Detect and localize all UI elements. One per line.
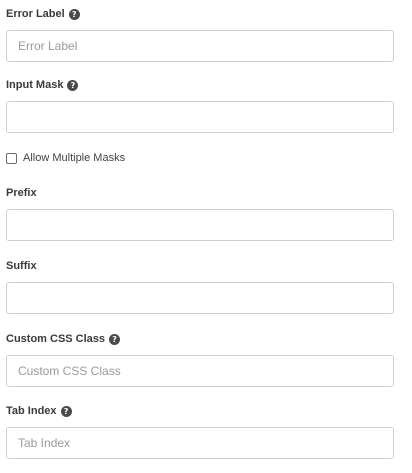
prefix-group: Prefix <box>6 186 394 241</box>
custom-css-class-input[interactable] <box>6 355 394 387</box>
tab-index-input[interactable] <box>6 427 394 459</box>
error-label-input[interactable] <box>6 30 394 62</box>
prefix-label-text: Prefix <box>6 187 37 199</box>
question-circle-icon[interactable]: ? <box>60 405 72 417</box>
input-mask-group: Input Mask ? <box>6 78 394 133</box>
error-label-label-text: Error Label <box>6 8 65 20</box>
question-circle-icon[interactable]: ? <box>67 79 79 91</box>
error-label-group: Error Label ? <box>6 7 394 62</box>
suffix-group: Suffix <box>6 259 394 314</box>
custom-css-class-label-text: Custom CSS Class <box>6 333 106 345</box>
tab-index-label-text: Tab Index <box>6 405 57 417</box>
input-mask-input[interactable] <box>6 101 394 133</box>
suffix-label: Suffix <box>6 259 394 273</box>
tab-index-group: Tab Index ? <box>6 404 394 459</box>
error-label-label: Error Label ? <box>6 7 394 21</box>
input-mask-label-text: Input Mask <box>6 79 64 91</box>
prefix-label: Prefix <box>6 186 394 200</box>
custom-css-class-group: Custom CSS Class ? <box>6 332 394 387</box>
suffix-label-text: Suffix <box>6 260 37 272</box>
question-circle-icon[interactable]: ? <box>109 333 121 345</box>
allow-multiple-masks-label[interactable]: Allow Multiple Masks <box>23 152 125 164</box>
allow-multiple-masks-row[interactable]: Allow Multiple Masks <box>6 151 125 165</box>
tab-index-label: Tab Index ? <box>6 404 394 418</box>
custom-css-class-label: Custom CSS Class ? <box>6 332 394 346</box>
prefix-input[interactable] <box>6 209 394 241</box>
allow-multiple-masks-checkbox[interactable] <box>6 152 17 164</box>
component-settings-form: Error Label ? Input Mask ? Allow Multipl… <box>0 0 412 473</box>
question-circle-icon[interactable]: ? <box>68 8 80 20</box>
input-mask-label: Input Mask ? <box>6 78 394 92</box>
suffix-input[interactable] <box>6 282 394 314</box>
